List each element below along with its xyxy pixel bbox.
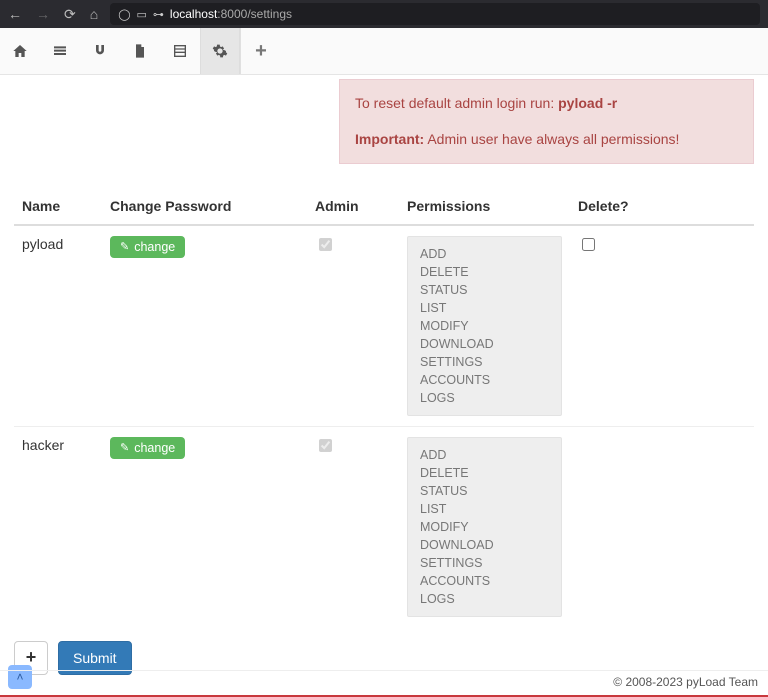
col-delete: Delete? [570,190,754,225]
shield-icon: ◯ [118,8,130,21]
alert-important-label: Important: [355,131,424,147]
permission-option[interactable]: ACCOUNTS [420,572,549,590]
toolbar-queue-icon[interactable] [40,28,80,74]
permission-option[interactable]: DOWNLOAD [420,335,549,353]
app-toolbar: + [0,28,768,75]
nav-forward-icon[interactable]: → [36,6,50,23]
alert-line1-cmd: pyload -r [558,95,617,111]
lock-icon: ⊶ [153,8,164,21]
change-password-button[interactable]: ✎ change [110,236,185,258]
browser-chrome: ← → ⟳ ⌂ ◯ ▭ ⊶ localhost:8000/settings [0,0,768,28]
permissions-cell: ADDDELETESTATUSLISTMODIFYDOWNLOADSETTING… [399,426,570,627]
address-bar[interactable]: ◯ ▭ ⊶ localhost:8000/settings [110,3,760,25]
permission-option[interactable]: STATUS [420,482,549,500]
delete-cell [570,225,754,427]
admin-cell [307,225,399,427]
permission-option[interactable]: LIST [420,500,549,518]
table-row: pyload ✎ change ADDDELETESTATUSLISTMODIFYDO… [14,225,754,427]
footer: © 2008-2023 pyLoad Team [0,670,768,697]
url-text: localhost:8000/settings [170,7,292,21]
alert-box: To reset default admin login run: pyload… [339,79,754,164]
permission-option[interactable]: LOGS [420,590,549,608]
alert-line1-text: To reset default admin login run: [355,95,558,111]
user-name-cell: hacker [14,426,102,627]
permissions-cell: ADDDELETESTATUSLISTMODIFYDOWNLOADSETTING… [399,225,570,427]
admin-checkbox [319,238,332,251]
permission-option[interactable]: SETTINGS [420,554,549,572]
col-permissions: Permissions [399,190,570,225]
table-row: hacker ✎ change ADDDELETESTATUSLISTMODIFYDO… [14,426,754,627]
toolbar-magnet-icon[interactable] [80,28,120,74]
permission-option[interactable]: DELETE [420,263,549,281]
permission-option[interactable]: STATUS [420,281,549,299]
permission-option[interactable]: ADD [420,446,549,464]
permission-option[interactable]: ADD [420,245,549,263]
toolbar-add-icon[interactable]: + [241,28,281,74]
nav-reload-icon[interactable]: ⟳ [64,6,76,23]
permissions-listbox[interactable]: ADDDELETESTATUSLISTMODIFYDOWNLOADSETTING… [407,437,562,617]
permissions-listbox[interactable]: ADDDELETESTATUSLISTMODIFYDOWNLOADSETTING… [407,236,562,416]
admin-cell [307,426,399,627]
delete-cell [570,426,754,627]
change-label: change [134,240,175,254]
nav-home-icon[interactable]: ⌂ [90,6,98,23]
page-icon: ▭ [137,8,147,21]
nav-back-icon[interactable]: ← [8,6,22,23]
users-table: Name Change Password Admin Permissions D… [14,190,754,627]
col-name: Name [14,190,102,225]
permission-option[interactable]: MODIFY [420,518,549,536]
toolbar-file-icon[interactable] [120,28,160,74]
col-change-password: Change Password [102,190,307,225]
permission-option[interactable]: DOWNLOAD [420,536,549,554]
col-admin: Admin [307,190,399,225]
user-name-cell: pyload [14,225,102,427]
permission-option[interactable]: MODIFY [420,317,549,335]
admin-checkbox [319,439,332,452]
footer-text: © 2008-2023 pyLoad Team [613,675,758,689]
change-password-cell: ✎ change [102,426,307,627]
alert-line2-text: Admin user have always all permissions! [424,131,679,147]
permission-option[interactable]: LIST [420,299,549,317]
toolbar-list-icon[interactable] [160,28,200,74]
pencil-icon: ✎ [120,240,129,253]
change-password-cell: ✎ change [102,225,307,427]
permission-option[interactable]: ACCOUNTS [420,371,549,389]
pencil-icon: ✎ [120,441,129,454]
toolbar-settings-icon[interactable] [200,28,240,74]
change-label: change [134,441,175,455]
permission-option[interactable]: DELETE [420,464,549,482]
permission-option[interactable]: LOGS [420,389,549,407]
delete-checkbox[interactable] [582,238,595,251]
toolbar-home-icon[interactable] [0,28,40,74]
permission-option[interactable]: SETTINGS [420,353,549,371]
change-password-button[interactable]: ✎ change [110,437,185,459]
